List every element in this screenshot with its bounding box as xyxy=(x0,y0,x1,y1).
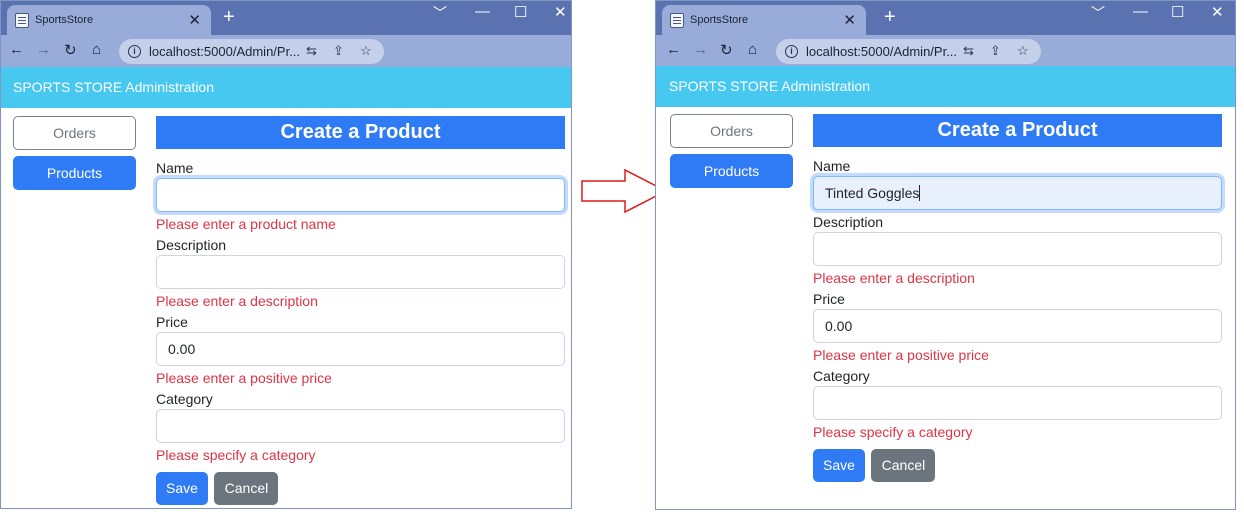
category-label: Category xyxy=(156,391,213,407)
price-error: Please enter a positive price xyxy=(813,347,989,363)
category-label: Category xyxy=(813,368,870,384)
back-icon[interactable]: ← xyxy=(9,41,24,58)
browser-tab[interactable]: SportsStore ✕ xyxy=(662,5,866,36)
orders-nav-button[interactable]: Orders xyxy=(13,116,136,150)
form-title: Create a Product xyxy=(813,114,1222,147)
save-button[interactable]: Save xyxy=(813,449,865,482)
price-label: Price xyxy=(156,314,188,330)
close-tab-icon[interactable]: ✕ xyxy=(188,11,201,29)
translate-icon[interactable]: ⇆ xyxy=(963,43,974,59)
category-input[interactable] xyxy=(156,409,565,443)
home-icon[interactable]: ⌂ xyxy=(748,41,757,58)
category-input[interactable] xyxy=(813,386,1222,420)
category-error: Please specify a category xyxy=(813,424,973,440)
browser-tab[interactable]: SportsStore ✕ xyxy=(7,5,211,36)
description-error: Please enter a description xyxy=(813,270,975,286)
minimize-button[interactable]: — xyxy=(475,3,490,20)
name-input-value: Tinted Goggles xyxy=(825,185,920,201)
cancel-button[interactable]: Cancel xyxy=(871,449,936,482)
form-actions: Save Cancel xyxy=(156,472,565,505)
products-nav-button[interactable]: Products xyxy=(670,154,793,188)
app-header: SPORTS STORE Administration xyxy=(1,67,571,108)
site-info-icon[interactable]: i xyxy=(128,45,141,58)
app-header: SPORTS STORE Administration xyxy=(656,66,1235,107)
forward-icon[interactable]: → xyxy=(36,41,51,58)
app-brand: SPORTS STORE Administration xyxy=(13,79,214,95)
url-text: localhost:5000/Admin/Pr... xyxy=(149,44,301,59)
page-icon xyxy=(15,13,29,28)
page-icon xyxy=(670,13,684,28)
share-icon[interactable]: ⇪ xyxy=(333,43,344,59)
maximize-button[interactable]: ☐ xyxy=(1171,3,1184,21)
admin-sidebar: Orders Products xyxy=(670,114,793,194)
price-input[interactable]: 0.00 xyxy=(813,309,1222,343)
name-label: Name xyxy=(813,158,851,174)
translate-icon[interactable]: ⇆ xyxy=(306,43,317,59)
address-bar[interactable]: i localhost:5000/Admin/Pr... ⇆ ⇪ ☆ xyxy=(119,39,384,64)
app-brand: SPORTS STORE Administration xyxy=(669,78,870,94)
name-input[interactable] xyxy=(156,178,565,212)
price-error: Please enter a positive price xyxy=(156,370,332,386)
cancel-button[interactable]: Cancel xyxy=(214,472,279,505)
tab-search-icon[interactable]: ﹀ xyxy=(1091,3,1105,23)
form-actions: Save Cancel xyxy=(813,449,1222,482)
description-input[interactable] xyxy=(813,232,1222,266)
back-icon[interactable]: ← xyxy=(666,41,681,58)
minimize-button[interactable]: — xyxy=(1133,3,1148,20)
title-bar: SportsStore ✕ + ﹀ — ☐ ✕ xyxy=(656,1,1235,36)
tab-title: SportsStore xyxy=(35,14,94,26)
reload-icon[interactable]: ↻ xyxy=(64,41,77,59)
home-icon[interactable]: ⌂ xyxy=(92,41,101,58)
new-tab-button[interactable]: + xyxy=(223,6,235,29)
browser-window-after: SportsStore ✕ + ﹀ — ☐ ✕ ← → ↻ ⌂ i localh… xyxy=(655,0,1236,510)
admin-sidebar: Orders Products xyxy=(13,116,136,196)
create-product-form: Create a Product Name Tinted Goggles Des… xyxy=(813,114,1222,482)
name-error: Please enter a product name xyxy=(156,216,336,232)
tab-search-icon[interactable]: ﹀ xyxy=(433,3,447,23)
form-title: Create a Product xyxy=(156,116,565,149)
description-error: Please enter a description xyxy=(156,293,318,309)
tab-title: SportsStore xyxy=(690,14,749,26)
create-product-form: Create a Product Name Please enter a pro… xyxy=(156,116,565,505)
bookmark-star-icon[interactable]: ☆ xyxy=(360,43,372,59)
forward-icon[interactable]: → xyxy=(693,41,708,58)
bookmark-star-icon[interactable]: ☆ xyxy=(1017,43,1029,59)
reload-icon[interactable]: ↻ xyxy=(720,41,733,59)
share-icon[interactable]: ⇪ xyxy=(990,43,1001,59)
new-tab-button[interactable]: + xyxy=(884,6,896,29)
price-label: Price xyxy=(813,291,845,307)
url-text: localhost:5000/Admin/Pr... xyxy=(806,44,958,59)
text-cursor xyxy=(919,185,921,201)
description-input[interactable] xyxy=(156,255,565,289)
name-input[interactable]: Tinted Goggles xyxy=(813,176,1222,210)
price-input[interactable]: 0.00 xyxy=(156,332,565,366)
site-info-icon[interactable]: i xyxy=(785,45,798,58)
orders-nav-button[interactable]: Orders xyxy=(670,114,793,148)
address-bar[interactable]: i localhost:5000/Admin/Pr... ⇆ ⇪ ☆ xyxy=(776,39,1041,64)
close-window-button[interactable]: ✕ xyxy=(554,3,567,21)
maximize-button[interactable]: ☐ xyxy=(514,3,527,21)
title-bar: SportsStore ✕ + ﹀ — ☐ ✕ xyxy=(1,1,571,36)
close-tab-icon[interactable]: ✕ xyxy=(843,11,856,29)
category-error: Please specify a category xyxy=(156,447,316,463)
description-label: Description xyxy=(813,214,884,230)
name-label: Name xyxy=(156,160,194,176)
browser-toolbar: ← → ↻ ⌂ i localhost:5000/Admin/Pr... ⇆ ⇪… xyxy=(1,35,571,67)
save-button[interactable]: Save xyxy=(156,472,208,505)
browser-window-before: SportsStore ✕ + ﹀ — ☐ ✕ ← → ↻ ⌂ i localh… xyxy=(0,0,572,509)
description-label: Description xyxy=(156,237,227,253)
browser-toolbar: ← → ↻ ⌂ i localhost:5000/Admin/Pr... ⇆ ⇪… xyxy=(656,35,1235,67)
close-window-button[interactable]: ✕ xyxy=(1211,3,1224,21)
products-nav-button[interactable]: Products xyxy=(13,156,136,190)
